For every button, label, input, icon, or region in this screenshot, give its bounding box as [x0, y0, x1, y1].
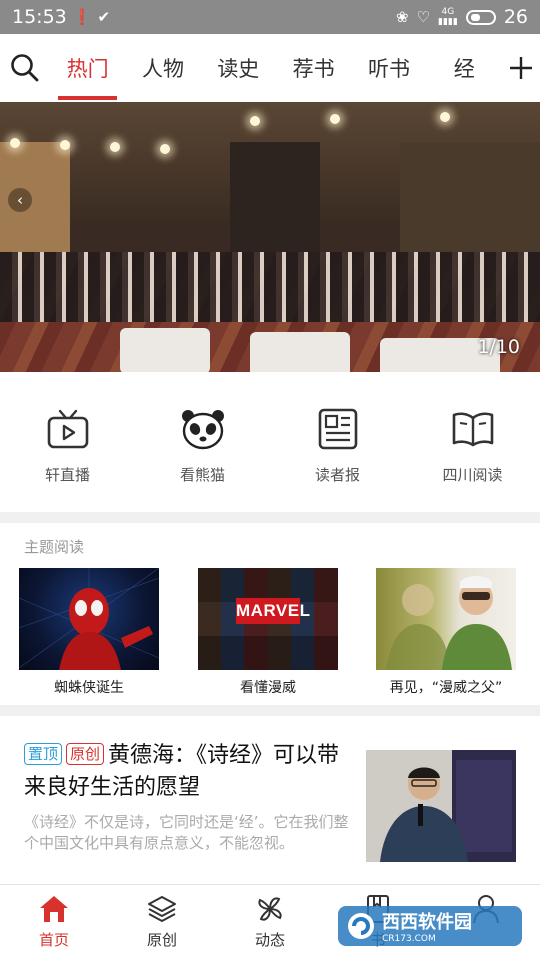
nav-label: 首页 — [38, 931, 69, 949]
stan-lee-portraits — [386, 576, 512, 670]
nav-home[interactable]: 首页 — [0, 885, 108, 960]
theme-card-stan-lee[interactable]: 再见，“漫威之父” — [376, 568, 516, 697]
notification-icon: ❀ — [395, 8, 409, 26]
nav-label: 原创 — [146, 931, 177, 949]
banner-light — [110, 142, 120, 152]
tab-people[interactable]: 人物 — [125, 34, 200, 102]
watermark-url: CR173.COM — [382, 934, 436, 944]
signal-icon: 4G ▮▮▮▮ — [438, 7, 458, 27]
clock: 15:53 — [12, 6, 67, 28]
tab-hot[interactable]: 热门 — [50, 34, 125, 102]
banner-light — [250, 116, 260, 126]
nav-label: 动态 — [254, 931, 285, 949]
article-summary: 《诗经》不仅是诗，它同时还是‘经’。它在我们整个中国文化中具有原点意义，不能忽视… — [24, 813, 349, 852]
banner-prev-button[interactable]: ‹ — [8, 188, 32, 212]
watermark-text: 西西软件园 — [382, 912, 472, 933]
search-button[interactable] — [0, 34, 50, 102]
banner-light — [330, 114, 340, 124]
newspaper-icon — [318, 408, 357, 450]
pinned-badge: 置顶 — [24, 743, 63, 765]
pinwheel-icon — [258, 897, 282, 921]
theme-card-spiderman[interactable]: 蜘蛛侠诞生 — [19, 568, 159, 697]
quick-link-live[interactable]: 轩直播 — [0, 372, 135, 512]
check-circle-icon: ✔ — [97, 8, 111, 26]
book-icon — [452, 412, 493, 447]
watermark-text-block: 西西软件园 CR173.COM — [382, 908, 472, 944]
layers-icon — [148, 896, 176, 922]
theme-reading-section: 主题阅读 蜘蛛侠诞生 MARVEL 看懂漫威 再见，“漫威之父” — [0, 523, 540, 705]
panda-icon — [181, 410, 224, 450]
tv-icon — [47, 409, 88, 449]
banner-carousel[interactable]: ‹ 1/10 — [0, 102, 540, 372]
theme-card-marvel[interactable]: MARVEL 看懂漫威 — [198, 568, 338, 697]
theme-card-caption: 看懂漫威 — [240, 680, 296, 696]
battery-icon — [465, 9, 496, 25]
watermark-logo-icon — [348, 913, 374, 939]
tab-audiobooks[interactable]: 听书 — [351, 34, 426, 102]
banner-light — [60, 140, 70, 150]
chevron-left-icon: ‹ — [17, 191, 23, 209]
banner-photo-wall — [230, 142, 320, 252]
article-thumbnail — [366, 750, 516, 862]
spiderman-thumbnail — [19, 568, 159, 670]
banner-light — [160, 144, 170, 154]
alarm-icon: ♡ — [416, 8, 430, 26]
home-icon — [40, 896, 68, 922]
search-icon — [11, 54, 39, 82]
banner-photo-wall — [400, 142, 540, 252]
banner-light — [440, 112, 450, 122]
spiderman-figure — [19, 568, 159, 670]
article-title-block: 置顶 原创 黄德海：《诗经》可以带来良好生活的愿望 — [24, 740, 354, 804]
nav-updates[interactable]: 动态 — [216, 885, 324, 960]
top-nav-bar: 热门 人物 读史 荐书 听书 经 — [0, 34, 540, 102]
quick-link-sichuan-reading[interactable]: 四川阅读 — [405, 372, 540, 512]
banner-light — [10, 138, 20, 148]
watermark: 西西软件园 CR173.COM — [338, 906, 522, 946]
alert-icon: ❗ — [72, 8, 92, 26]
add-channel-button[interactable] — [502, 34, 540, 102]
battery-level: 26 — [503, 6, 528, 28]
quick-link-label: 读者报 — [314, 466, 360, 484]
plus-icon — [510, 57, 532, 79]
quick-link-label: 看熊猫 — [179, 466, 225, 484]
status-bar: 15:53 ❗ ✔ ❀ ♡ 4G ▮▮▮▮ 26 — [0, 0, 540, 34]
marvel-thumbnail: MARVEL — [198, 568, 338, 670]
tab-history[interactable]: 读史 — [201, 34, 276, 102]
quick-link-newspaper[interactable]: 读者报 — [270, 372, 405, 512]
tab-recommend-books[interactable]: 荐书 — [276, 34, 351, 102]
quick-link-label: 轩直播 — [44, 466, 90, 484]
quick-links: 轩直播 看熊猫 读者报 四川阅读 — [0, 372, 540, 512]
section-title: 主题阅读 — [24, 538, 85, 556]
original-badge: 原创 — [66, 743, 105, 765]
article-photo — [366, 750, 516, 862]
nav-original[interactable]: 原创 — [108, 885, 216, 960]
banner-photo-crowd — [0, 252, 540, 322]
category-tabs: 热门 人物 读史 荐书 听书 经 — [50, 34, 502, 102]
quick-link-label: 四川阅读 — [442, 466, 503, 484]
quick-link-panda[interactable]: 看熊猫 — [135, 372, 270, 512]
network-type: 4G — [441, 7, 455, 17]
stan-lee-thumbnail — [376, 568, 516, 670]
banner-photo-sofa — [250, 332, 350, 372]
marvel-logo: MARVEL — [236, 601, 311, 620]
theme-card-caption: 蜘蛛侠诞生 — [54, 680, 124, 696]
article-item[interactable]: 置顶 原创 黄德海：《诗经》可以带来良好生活的愿望 《诗经》不仅是诗，它同时还是‘经… — [0, 716, 540, 884]
banner-page-counter: 1/10 — [477, 336, 520, 358]
theme-card-caption: 再见，“漫威之父” — [389, 680, 503, 696]
tab-classics[interactable]: 经 — [427, 34, 502, 102]
banner-photo-sofa — [120, 328, 210, 372]
